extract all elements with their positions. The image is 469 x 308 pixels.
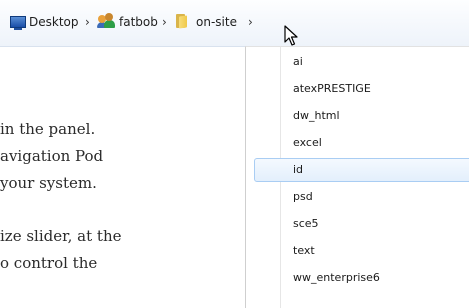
- menu-item-dw-html[interactable]: dw_html: [254, 104, 469, 128]
- menu-item-ai[interactable]: ai: [254, 50, 469, 74]
- address-bar: Desktop › fatbob › on-site ›: [0, 0, 469, 47]
- document-text-line: o control the: [0, 254, 98, 272]
- breadcrumb-separator-chevron-icon[interactable]: ›: [248, 14, 253, 30]
- breadcrumb-separator-chevron-icon[interactable]: ›: [85, 14, 90, 30]
- folder-icon: [174, 13, 190, 29]
- breadcrumb-label: fatbob: [119, 15, 158, 29]
- document-text-line: your system.: [0, 174, 97, 192]
- breadcrumb-label: Desktop: [29, 15, 79, 29]
- breadcrumb-item-on-site[interactable]: on-site: [196, 14, 237, 30]
- user-folder-icon: [97, 13, 116, 29]
- menu-item-text[interactable]: text: [254, 239, 469, 263]
- document-text-line: in the panel.: [0, 120, 96, 138]
- subfolder-dropdown-menu: ai atexPRESTIGE dw_html excel id psd sce…: [245, 46, 469, 308]
- breadcrumb-item-fatbob[interactable]: fatbob: [119, 14, 158, 30]
- document-text-line: ize slider, at the: [0, 227, 122, 245]
- menu-item-ww-enterprise6[interactable]: ww_enterprise6: [254, 266, 469, 290]
- menu-item-id[interactable]: id: [254, 158, 469, 182]
- desktop-icon: [10, 16, 26, 30]
- menu-item-psd[interactable]: psd: [254, 185, 469, 209]
- mouse-pointer-icon: [284, 25, 298, 46]
- document-text-line: avigation Pod: [0, 147, 104, 165]
- menu-item-excel[interactable]: excel: [254, 131, 469, 155]
- breadcrumb-separator-chevron-icon[interactable]: ›: [162, 14, 167, 30]
- menu-item-sce5[interactable]: sce5: [254, 212, 469, 236]
- breadcrumb-item-desktop[interactable]: Desktop: [29, 14, 79, 30]
- menu-item-atexprestige[interactable]: atexPRESTIGE: [254, 77, 469, 101]
- breadcrumb-label: on-site: [196, 15, 237, 29]
